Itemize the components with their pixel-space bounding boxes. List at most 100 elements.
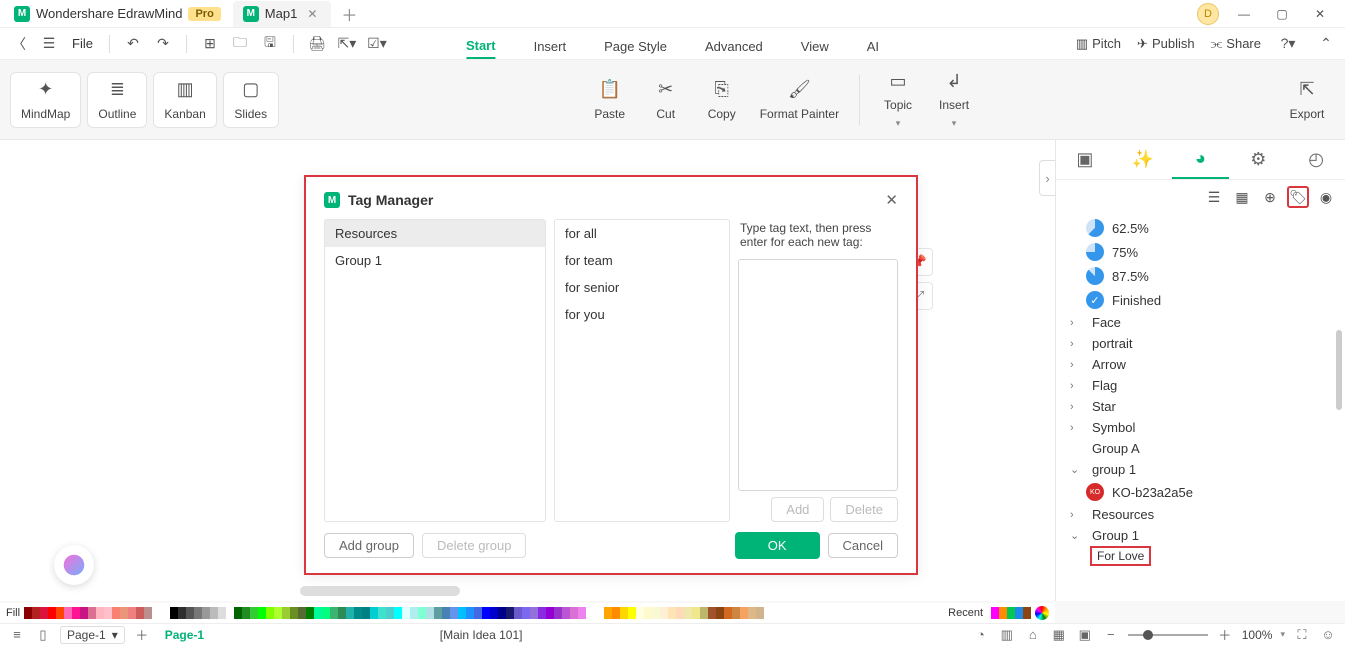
menu-start[interactable]: Start: [466, 34, 496, 59]
category-group1[interactable]: ⌄group 1: [1062, 459, 1341, 480]
rp-tab-icons[interactable]: ◕: [1172, 140, 1230, 179]
rp-tab-settings[interactable]: ⚙: [1229, 140, 1287, 179]
cancel-button[interactable]: Cancel: [828, 533, 898, 558]
user-avatar[interactable]: D: [1197, 3, 1219, 25]
redo-icon[interactable]: ↷: [152, 33, 174, 55]
add-group-button[interactable]: Add group: [324, 533, 414, 558]
share-button[interactable]: ⫘Share: [1211, 36, 1261, 52]
add-group-icon[interactable]: ⊕: [1259, 186, 1281, 208]
export-dropdown-icon[interactable]: ⇱▾: [336, 33, 358, 55]
category-item[interactable]: ›Symbol: [1062, 417, 1341, 438]
publish-button[interactable]: ✈Publish: [1137, 36, 1195, 52]
tag-item[interactable]: for team: [555, 247, 729, 274]
menu-view[interactable]: View: [801, 35, 829, 58]
undo-icon[interactable]: ↶: [122, 33, 144, 55]
delete-group-button[interactable]: Delete group: [422, 533, 526, 558]
tag-item[interactable]: for senior: [555, 274, 729, 301]
outline-toggle-icon[interactable]: ≡: [8, 626, 26, 644]
delete-tag-button[interactable]: Delete: [830, 497, 898, 522]
visibility-icon[interactable]: ◉: [1315, 186, 1337, 208]
tag-item[interactable]: for you: [555, 301, 729, 328]
topic-button[interactable]: ▭Topic▾: [870, 64, 926, 135]
color-swatches-1[interactable]: [24, 607, 152, 619]
zoom-slider[interactable]: [1128, 634, 1208, 636]
panel-collapse-icon[interactable]: ›: [1039, 160, 1055, 196]
collapse-ribbon-icon[interactable]: ⌃: [1315, 33, 1337, 55]
menu-ai[interactable]: AI: [867, 35, 879, 58]
new-icon[interactable]: ⊞: [199, 33, 221, 55]
dialog-close-icon[interactable]: ✕: [885, 191, 898, 209]
open-icon[interactable]: 🗀: [229, 33, 251, 55]
tag-item[interactable]: for all: [555, 220, 729, 247]
help-icon[interactable]: ?▾: [1277, 33, 1299, 55]
tab-close-icon[interactable]: ✕: [303, 7, 321, 21]
slides-button[interactable]: ▢Slides: [223, 72, 279, 128]
list-item[interactable]: KOKO-b23a2a5e: [1062, 480, 1341, 504]
sb-icon-3[interactable]: ⌂: [1024, 626, 1042, 644]
canvas-scrollbar[interactable]: [300, 586, 460, 596]
insert-button[interactable]: ↲Insert▾: [926, 64, 982, 135]
ok-button[interactable]: OK: [735, 532, 820, 559]
menu-insert[interactable]: Insert: [534, 35, 567, 58]
add-page-icon[interactable]: ＋: [133, 626, 151, 644]
cut-button[interactable]: ✂Cut: [638, 73, 694, 127]
category-item[interactable]: ›Star: [1062, 396, 1341, 417]
zoom-out-icon[interactable]: −: [1102, 626, 1120, 644]
focus-icon[interactable]: ☺: [1319, 626, 1337, 644]
grid-view-icon[interactable]: ▦: [1231, 186, 1253, 208]
window-minimize-icon[interactable]: ―: [1231, 4, 1257, 24]
zoom-in-icon[interactable]: ＋: [1216, 626, 1234, 644]
category-item[interactable]: vGroup A: [1062, 438, 1341, 459]
tag-input[interactable]: [738, 259, 898, 491]
window-maximize-icon[interactable]: ▢: [1269, 4, 1295, 24]
save-icon[interactable]: 🖫: [259, 33, 281, 55]
sb-icon-5[interactable]: ▣: [1076, 626, 1094, 644]
document-tab[interactable]: M Map1 ✕: [233, 1, 332, 27]
category-item[interactable]: ›Flag: [1062, 375, 1341, 396]
paste-button[interactable]: 📋Paste: [582, 73, 638, 127]
category-Group1[interactable]: ⌄Group 1: [1062, 525, 1341, 546]
progress-item[interactable]: 75%: [1062, 240, 1341, 264]
fit-screen-icon[interactable]: ⛶: [1293, 626, 1311, 644]
mindmap-button[interactable]: ✦MindMap: [10, 72, 81, 128]
rp-tab-style[interactable]: ▣: [1056, 140, 1114, 179]
progress-item[interactable]: 87.5%: [1062, 264, 1341, 288]
sb-icon-1[interactable]: ◔: [972, 626, 990, 644]
sb-icon-2[interactable]: ▥: [998, 626, 1016, 644]
list-view-icon[interactable]: ☰: [1203, 186, 1225, 208]
color-swatches-2[interactable]: [170, 607, 586, 619]
page-tab[interactable]: Page-1: [159, 628, 210, 642]
menu-icon[interactable]: ☰: [38, 33, 60, 55]
assistant-fab[interactable]: [54, 545, 94, 585]
tag-manager-icon[interactable]: 🏷: [1287, 186, 1309, 208]
group-item[interactable]: Group 1: [325, 247, 545, 274]
right-panel-scrollbar[interactable]: [1336, 330, 1342, 410]
format-painter-button[interactable]: 🖌Format Painter: [750, 73, 849, 127]
category-item[interactable]: ›Arrow: [1062, 354, 1341, 375]
progress-item[interactable]: 62.5%: [1062, 216, 1341, 240]
pitch-button[interactable]: ▥Pitch: [1076, 36, 1121, 52]
progress-item[interactable]: ✓Finished: [1062, 288, 1341, 312]
file-menu[interactable]: File: [68, 36, 97, 51]
menu-advanced[interactable]: Advanced: [705, 35, 763, 58]
color-wheel-icon[interactable]: [1035, 606, 1049, 620]
menu-page-style[interactable]: Page Style: [604, 35, 667, 58]
add-tag-button[interactable]: Add: [771, 497, 824, 522]
page-selector[interactable]: Page-1▾: [60, 626, 125, 644]
copy-button[interactable]: ⎘Copy: [694, 73, 750, 127]
category-item[interactable]: ›portrait: [1062, 333, 1341, 354]
back-icon[interactable]: 〈: [8, 33, 30, 55]
add-tab-icon[interactable]: ＋: [333, 2, 365, 26]
outline-button[interactable]: ≣Outline: [87, 72, 147, 128]
sb-icon-4[interactable]: ▦: [1050, 626, 1068, 644]
rp-tab-task[interactable]: ◴: [1287, 140, 1345, 179]
print-icon[interactable]: 🖨: [306, 33, 328, 55]
kanban-button[interactable]: ▥Kanban: [153, 72, 216, 128]
options-icon[interactable]: ☑▾: [366, 33, 388, 55]
sidebar-toggle-icon[interactable]: ▯: [34, 626, 52, 644]
recent-swatches[interactable]: [991, 607, 1031, 619]
group-item[interactable]: Resources: [325, 220, 545, 247]
zoom-level[interactable]: 100%: [1242, 628, 1273, 642]
export-button[interactable]: ⇱Export: [1279, 73, 1335, 127]
tag-for-love[interactable]: For Love: [1090, 546, 1151, 566]
